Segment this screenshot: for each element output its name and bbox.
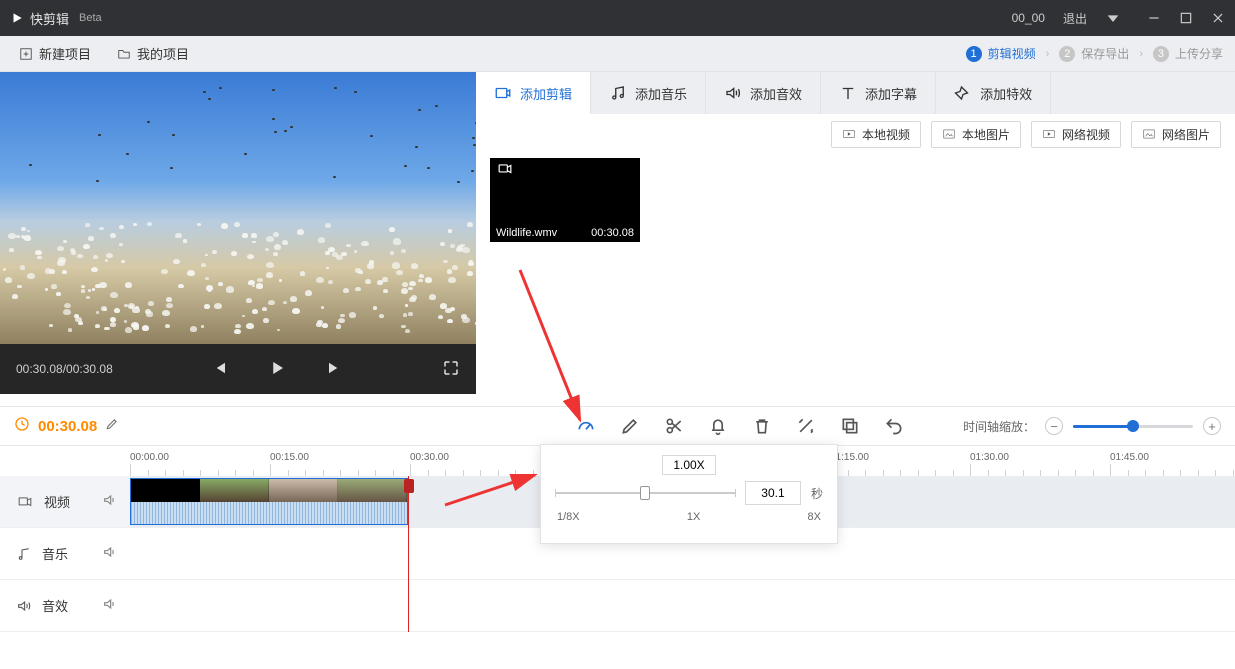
timeline-zoom: 时间轴缩放： − + (963, 417, 1221, 435)
preview-time: 00:30.08/00:30.08 (16, 362, 113, 376)
magic-tool-icon[interactable] (796, 416, 816, 436)
tab-add-effect[interactable]: 添加特效 (936, 72, 1051, 114)
ruler-tick: 01:45.00 (1110, 452, 1149, 463)
volume-icon[interactable] (102, 596, 118, 615)
volume-icon[interactable] (102, 544, 118, 563)
zoom-in-button[interactable]: + (1203, 417, 1221, 435)
next-button[interactable] (326, 359, 344, 380)
tab-add-subtitle[interactable]: 添加字幕 (821, 72, 936, 114)
maximize-button[interactable] (1179, 11, 1193, 25)
workflow-steps: 1剪辑视频 › 2保存导出 › 3上传分享 (966, 45, 1223, 62)
zoom-out-button[interactable]: − (1045, 417, 1063, 435)
preview-controls: 00:30.08/00:30.08 (0, 344, 476, 394)
timeline-header: 00:30.08 时间轴缩放： − + (0, 406, 1235, 446)
prev-button[interactable] (210, 359, 228, 380)
delete-tool-icon[interactable] (752, 416, 772, 436)
close-button[interactable] (1211, 11, 1225, 25)
asset-tabs: 添加剪辑 添加音乐 添加音效 添加字幕 添加特效 (476, 72, 1235, 114)
dropdown-icon[interactable] (1105, 10, 1121, 26)
track-music-label: 音乐 (0, 528, 130, 580)
copy-tool-icon[interactable] (840, 416, 860, 436)
ruler-tick: 00:15.00 (270, 452, 309, 463)
speed-value-badge: 1.00X (662, 455, 716, 475)
local-video-button[interactable]: 本地视频 (831, 121, 921, 148)
new-project-button[interactable]: 新建项目 (12, 39, 98, 68)
track-labels: 视频 音乐 音效 (0, 476, 130, 632)
clip-thumbnail[interactable]: Wildlife.wmv 00:30.08 (490, 158, 640, 242)
video-clip[interactable] (130, 478, 408, 525)
app-logo: 快剪辑 Beta (10, 9, 102, 28)
clip-name: Wildlife.wmv (496, 227, 557, 239)
network-image-button[interactable]: 网络图片 (1131, 121, 1221, 148)
asset-toolbar: 本地视频 本地图片 网络视频 网络图片 (476, 114, 1235, 154)
undo-tool-icon[interactable] (884, 416, 904, 436)
speed-popup: 1.00X 秒 1/8X 1X 8X (540, 444, 838, 544)
zoom-label: 时间轴缩放： (963, 418, 1035, 435)
seconds-label: 秒 (811, 485, 823, 502)
step-upload[interactable]: 3上传分享 (1153, 45, 1223, 62)
step-edit[interactable]: 1剪辑视频 (966, 45, 1036, 62)
new-project-label: 新建项目 (39, 44, 91, 63)
speed-mid: 1X (687, 511, 700, 523)
speed-tool-icon[interactable] (576, 416, 596, 436)
chevron-right-icon: › (1046, 48, 1050, 60)
title-bar: 快剪辑 Beta 00_00 退出 (0, 0, 1235, 36)
zoom-slider[interactable] (1073, 425, 1193, 428)
chevron-right-icon: › (1139, 48, 1143, 60)
content-row: 00:30.08/00:30.08 添加剪辑 添加音乐 添加音效 (0, 72, 1235, 406)
tab-add-music[interactable]: 添加音乐 (591, 72, 706, 114)
ruler-tick: 01:30.00 (970, 452, 1009, 463)
asset-panel: 添加剪辑 添加音乐 添加音效 添加字幕 添加特效 本地视频 本地图片 网络视频 (476, 72, 1235, 406)
speed-max: 8X (808, 511, 821, 523)
clip-duration: 00:30.08 (591, 227, 634, 239)
step-export[interactable]: 2保存导出 (1059, 45, 1129, 62)
duration-input[interactable] (745, 481, 801, 505)
track-sfx-label: 音效 (0, 580, 130, 632)
ruler-tick: 00:00.00 (130, 452, 169, 463)
play-button[interactable] (268, 359, 286, 380)
app-name: 快剪辑 (30, 9, 69, 28)
my-projects-button[interactable]: 我的项目 (110, 39, 196, 68)
network-video-button[interactable]: 网络视频 (1031, 121, 1121, 148)
preview-panel: 00:30.08/00:30.08 (0, 72, 476, 394)
current-timecode: 00:30.08 (38, 418, 97, 435)
tab-add-sfx[interactable]: 添加音效 (706, 72, 821, 114)
clock-icon (14, 416, 30, 437)
edit-timecode-icon[interactable] (105, 417, 119, 436)
timeline-tools (576, 407, 904, 445)
asset-body: Wildlife.wmv 00:30.08 (476, 154, 1235, 406)
sfx-track[interactable] (130, 580, 1235, 632)
pencil-tool-icon[interactable] (620, 416, 640, 436)
cut-tool-icon[interactable] (664, 416, 684, 436)
ruler-tick: 00:30.00 (410, 452, 449, 463)
preview-viewport[interactable] (0, 72, 476, 344)
speed-min: 1/8X (557, 511, 580, 523)
volume-icon[interactable] (102, 492, 118, 511)
top-menu-bar: 新建项目 我的项目 1剪辑视频 › 2保存导出 › 3上传分享 (0, 36, 1235, 72)
local-image-button[interactable]: 本地图片 (931, 121, 1021, 148)
beta-badge: Beta (79, 12, 102, 24)
my-projects-label: 我的项目 (137, 44, 189, 63)
playhead[interactable] (408, 476, 409, 632)
video-icon (496, 162, 514, 181)
track-video-label: 视频 (0, 476, 130, 528)
tab-add-clip[interactable]: 添加剪辑 (476, 72, 591, 114)
user-id: 00_00 (1012, 11, 1045, 25)
bell-tool-icon[interactable] (708, 416, 728, 436)
logout-link[interactable]: 退出 (1063, 10, 1087, 27)
speed-slider[interactable] (555, 492, 735, 494)
minimize-button[interactable] (1147, 11, 1161, 25)
fullscreen-button[interactable] (442, 359, 460, 380)
